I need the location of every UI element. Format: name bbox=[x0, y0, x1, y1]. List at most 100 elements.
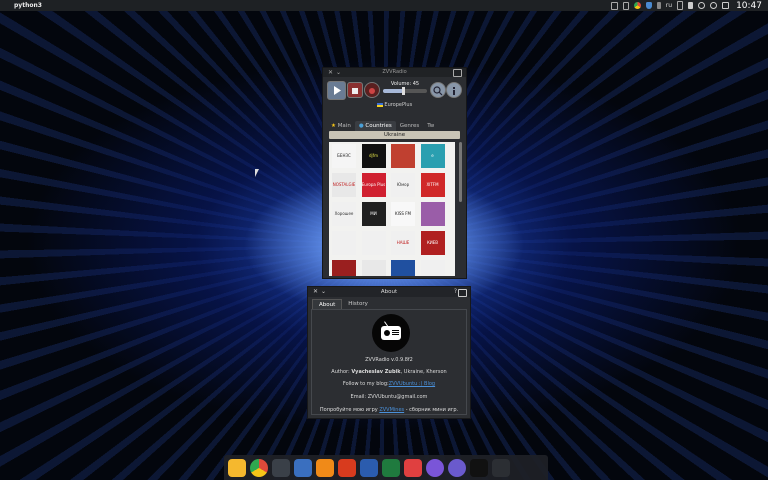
trash-icon[interactable] bbox=[492, 458, 510, 477]
files-icon[interactable] bbox=[228, 458, 246, 477]
country-selector[interactable]: Ukraine bbox=[329, 131, 460, 139]
email-value: ZVVUbuntu@gmail.com bbox=[367, 394, 428, 400]
station-logo[interactable]: KISS FM bbox=[391, 202, 415, 226]
volume-icon[interactable] bbox=[688, 2, 694, 9]
station-logo[interactable] bbox=[361, 260, 386, 276]
word-icon[interactable] bbox=[360, 458, 378, 477]
station-logo[interactable]: Юмор bbox=[391, 173, 415, 197]
station-name: EuropePlus bbox=[384, 102, 413, 108]
radio-logo-speaker bbox=[384, 330, 390, 336]
station-logo[interactable] bbox=[391, 260, 415, 276]
blog-prefix: Follow to my blog: bbox=[342, 381, 389, 387]
tab-countries-label: Countries bbox=[365, 123, 392, 129]
system-tray: ru 10:47 bbox=[610, 0, 762, 11]
station-logo[interactable] bbox=[420, 202, 445, 226]
station-logo[interactable] bbox=[332, 260, 356, 276]
mouse-cursor bbox=[255, 169, 263, 177]
station-logo[interactable]: МИ bbox=[361, 202, 386, 226]
volume-label: Volume: 45 bbox=[390, 81, 420, 87]
games-suffix: - сборник мини игр. bbox=[404, 407, 459, 413]
terminal-icon[interactable] bbox=[272, 458, 290, 477]
clipboard-icon[interactable] bbox=[610, 1, 618, 10]
chevron-down-icon[interactable]: ⌄ bbox=[321, 287, 326, 297]
play-button[interactable] bbox=[327, 81, 346, 100]
camera-icon[interactable] bbox=[404, 458, 422, 477]
station-grid-scrollbar[interactable] bbox=[459, 142, 462, 202]
help-icon[interactable]: ? bbox=[454, 287, 457, 297]
games-line: Попробуйте мою игру ZVVMines - сборник м… bbox=[312, 407, 466, 413]
about-dialog: ✕ ⌄ About ? About History ZVVRadio v.0.9… bbox=[307, 286, 471, 419]
check-icon[interactable] bbox=[698, 2, 706, 9]
excel-icon[interactable] bbox=[382, 458, 400, 477]
station-logo[interactable]: djfm bbox=[361, 144, 386, 168]
station-logo[interactable]: ХІТFM bbox=[420, 173, 445, 197]
station-logo[interactable]: e bbox=[420, 144, 445, 168]
close-icon[interactable]: ✕ bbox=[313, 287, 318, 297]
station-grid: БЕНЗС djfm e NOSTALGIE Europa Plus Юмор ХІТFM Х… bbox=[329, 142, 455, 276]
about-panel: ZVVRadio v.0.9.8f2 Author: Vyacheslav Zu… bbox=[311, 309, 467, 415]
radio-app-icon bbox=[453, 69, 462, 77]
clipboard-history-icon[interactable] bbox=[677, 1, 684, 10]
station-logo[interactable] bbox=[361, 231, 386, 255]
radio-window-title: ZVVRadio bbox=[382, 69, 407, 75]
tab-main-label: Main bbox=[337, 123, 351, 129]
chrome-icon[interactable] bbox=[250, 458, 268, 477]
search-button[interactable] bbox=[430, 82, 446, 98]
station-logo[interactable]: НАШЕ РАДИО bbox=[391, 231, 415, 255]
tab-main[interactable]: ★ Main bbox=[327, 121, 355, 131]
chevron-down-icon[interactable]: ⌄ bbox=[336, 68, 341, 77]
office-icon[interactable] bbox=[338, 458, 356, 477]
now-playing-station: EuropePlus bbox=[323, 102, 466, 108]
bluetooth-icon[interactable] bbox=[656, 2, 661, 9]
stop-button[interactable] bbox=[347, 82, 363, 98]
about-title: About bbox=[380, 289, 398, 295]
wifi-icon[interactable] bbox=[710, 2, 718, 9]
tab-countries[interactable]: ● Countries bbox=[354, 121, 396, 131]
author-location: , Ukraine, Kherson bbox=[400, 369, 447, 375]
games-link[interactable]: ZVVMines bbox=[379, 407, 404, 413]
about-titlebar[interactable]: ✕ ⌄ About ? bbox=[308, 287, 470, 297]
radio-logo-body bbox=[381, 326, 401, 340]
blog-link[interactable]: ZVVUbuntu :) Blog bbox=[389, 381, 435, 387]
version-text: ZVVRadio v.0.9.8f2 bbox=[365, 357, 413, 363]
station-logo[interactable]: NOSTALGIE bbox=[332, 173, 356, 197]
volume-slider[interactable] bbox=[383, 87, 427, 95]
station-logo[interactable] bbox=[420, 260, 445, 276]
blog-line: Follow to my blog:ZVVUbuntu :) Blog bbox=[312, 381, 466, 387]
play-icon bbox=[334, 86, 341, 95]
info-icon bbox=[453, 87, 455, 95]
station-logo[interactable] bbox=[332, 231, 356, 255]
shield-icon[interactable] bbox=[645, 2, 652, 9]
player-controls: Volume: 45 bbox=[327, 81, 462, 101]
station-logo[interactable]: Хорошее bbox=[332, 202, 356, 226]
active-app-name[interactable]: python3 bbox=[14, 2, 42, 9]
station-logo[interactable]: КИЕВ bbox=[420, 231, 445, 255]
dock bbox=[224, 455, 548, 480]
globe-icon: ● bbox=[358, 123, 364, 129]
radio-tabs: ★ Main ● Countries Genres Tw bbox=[327, 121, 462, 131]
battery-icon[interactable] bbox=[622, 1, 629, 10]
info-button[interactable] bbox=[446, 82, 462, 98]
chrome-tray-icon[interactable] bbox=[633, 2, 641, 9]
notes-icon[interactable] bbox=[426, 458, 444, 477]
volume-handle[interactable] bbox=[401, 87, 405, 95]
tab-genres[interactable]: Genres bbox=[396, 121, 424, 131]
station-logo[interactable] bbox=[391, 144, 415, 168]
settings-icon[interactable] bbox=[448, 458, 466, 477]
network-icon[interactable] bbox=[722, 2, 730, 9]
radio-icon[interactable] bbox=[470, 458, 488, 477]
record-icon bbox=[369, 88, 375, 94]
station-logo[interactable]: Europa Plus bbox=[361, 173, 386, 197]
stop-icon bbox=[352, 88, 358, 94]
record-button[interactable] bbox=[364, 82, 380, 98]
email-line: Email: ZVVUbuntu@gmail.com bbox=[312, 394, 466, 400]
tab-more[interactable]: Tw bbox=[423, 121, 438, 131]
text-editor-icon[interactable] bbox=[294, 458, 312, 477]
clock[interactable]: 10:47 bbox=[736, 1, 762, 11]
author-line: Author: Vyacheslav Zubik, Ukraine, Khers… bbox=[312, 369, 466, 375]
vlc-icon[interactable] bbox=[316, 458, 334, 477]
close-icon[interactable]: ✕ bbox=[328, 68, 333, 77]
keyboard-layout[interactable]: ru bbox=[666, 2, 672, 9]
radio-titlebar[interactable]: ✕ ⌄ ZVVRadio bbox=[323, 68, 466, 77]
station-logo[interactable]: БЕНЗС bbox=[332, 144, 356, 168]
